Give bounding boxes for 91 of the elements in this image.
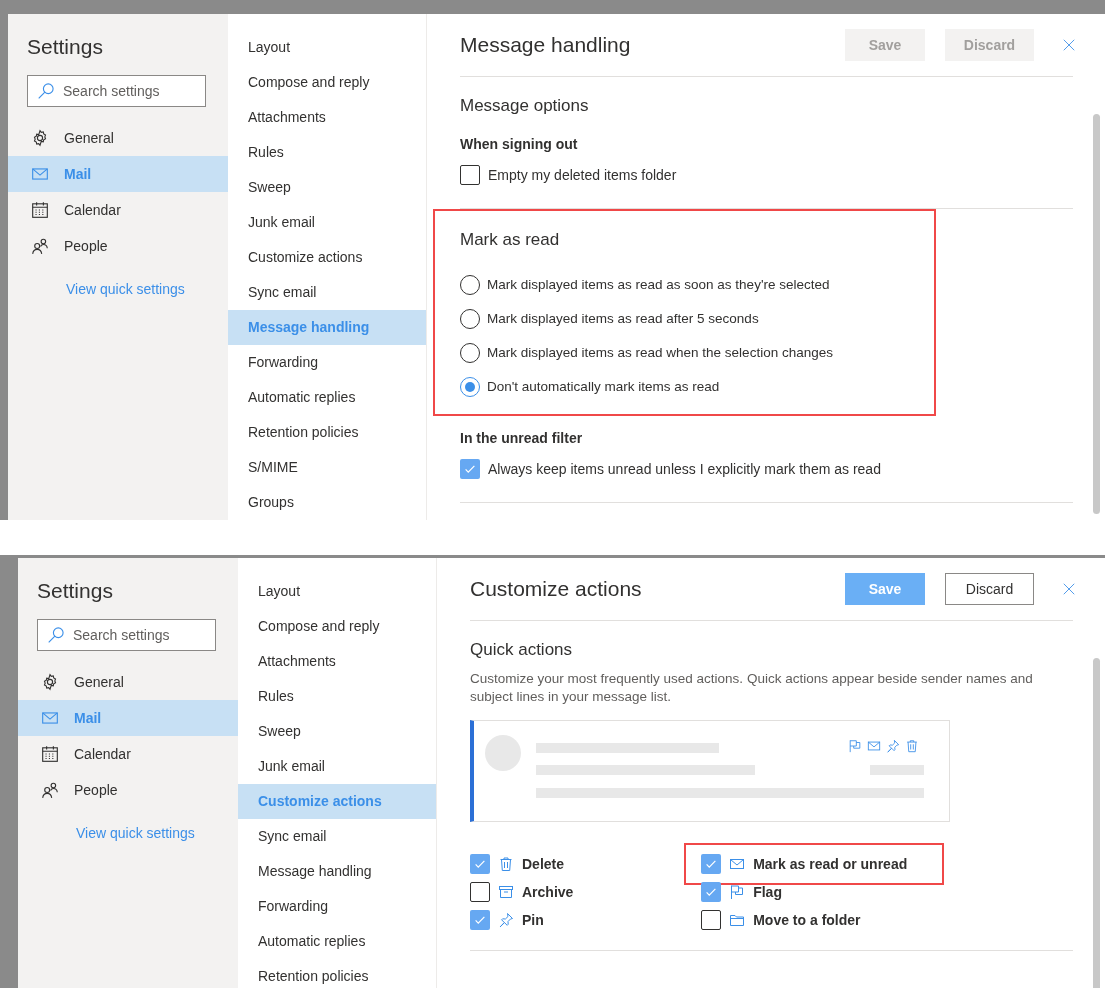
flag-icon	[729, 884, 746, 900]
subnav-item[interactable]: Sync email	[238, 819, 436, 854]
trash-icon	[498, 856, 514, 872]
action-label: Delete	[522, 854, 565, 874]
checkbox[interactable]	[460, 459, 480, 479]
close-icon	[1062, 582, 1076, 596]
subnav-item[interactable]: Compose and reply	[238, 609, 436, 644]
checkbox[interactable]	[701, 910, 722, 930]
scrollbar[interactable]	[1093, 658, 1100, 988]
option-label: Mark displayed items as read after 5 seconds	[487, 309, 759, 328]
close-icon	[1062, 38, 1076, 52]
settings-title: Settings	[26, 34, 104, 60]
subnav-item[interactable]: Attachments	[228, 100, 426, 135]
option-label: Mark displayed items as read as soon as they're selected	[487, 275, 830, 294]
subnav-item[interactable]: Rules	[228, 135, 426, 170]
people-icon	[31, 237, 49, 255]
checkbox[interactable]	[701, 882, 722, 902]
radio-button[interactable]	[460, 275, 480, 295]
subnav-item[interactable]: Sync email	[228, 275, 426, 310]
category-item[interactable]: People	[18, 772, 238, 808]
subnav-item[interactable]: Forwarding	[238, 889, 436, 924]
action-label: Archive	[522, 882, 574, 902]
subnav-item[interactable]: Attachments	[238, 644, 436, 679]
calendar-icon	[31, 201, 49, 219]
mail-icon	[41, 709, 59, 727]
subnav-item[interactable]: Sweep	[238, 714, 436, 749]
action-label: Mark as read or unread	[753, 854, 908, 874]
section-heading: Mark as read	[460, 229, 561, 251]
option-label: Always keep items unread unless I explicitly mark them as read	[488, 459, 881, 479]
action-label: Move to a folder	[753, 910, 861, 930]
option-label: Empty my deleted items folder	[488, 165, 677, 185]
page-title: Message handling	[460, 32, 632, 59]
search-icon	[37, 82, 55, 100]
radio-button[interactable]	[460, 377, 480, 397]
subnav-item[interactable]: S/MIME	[228, 450, 426, 485]
checkbox[interactable]	[701, 854, 722, 874]
subnav-item[interactable]: Sweep	[228, 170, 426, 205]
radio-button[interactable]	[460, 343, 480, 363]
description-text: Customize your most frequently used actions. Quick actions appear beside sender names and subject lines in your message list.	[470, 670, 1034, 706]
category-item[interactable]: People	[8, 228, 228, 264]
pin-icon	[886, 739, 900, 753]
subnav-item[interactable]: Automatic replies	[238, 924, 436, 959]
settings-title: Settings	[36, 578, 114, 604]
trash-icon	[905, 739, 919, 753]
scrollbar[interactable]	[1093, 114, 1100, 514]
subnav-item[interactable]: Forwarding	[228, 345, 426, 380]
folder-icon	[729, 912, 746, 928]
mail-icon	[867, 739, 881, 753]
subnav-item[interactable]: Groups	[228, 485, 426, 520]
checkbox[interactable]	[470, 854, 490, 874]
gear-icon	[31, 129, 49, 147]
flag-icon	[848, 739, 862, 753]
search-icon	[47, 626, 65, 644]
subnav-item[interactable]: Junk email	[238, 749, 436, 784]
action-label: Flag	[753, 882, 782, 902]
checkbox[interactable]	[470, 882, 490, 902]
category-item[interactable]: Calendar	[18, 736, 238, 772]
option-label: Mark displayed items as read when the selection changes	[487, 343, 833, 362]
people-icon	[41, 781, 59, 799]
subnav-item[interactable]: Customize actions	[228, 240, 426, 275]
gear-icon	[41, 673, 59, 691]
checkbox[interactable]	[470, 910, 490, 930]
mail-icon	[729, 856, 746, 872]
subnav-item[interactable]: Automatic replies	[228, 380, 426, 415]
category-item[interactable]: General	[18, 664, 238, 700]
subnav-item[interactable]: Retention policies	[238, 959, 436, 988]
subnav-item[interactable]: Message handling	[238, 854, 436, 889]
action-label: Pin	[522, 910, 544, 930]
search-field[interactable]: Search settings	[27, 75, 206, 107]
subheading: When signing out	[460, 135, 579, 154]
subheading: In the unread filter	[460, 429, 584, 448]
radio-button[interactable]	[460, 309, 480, 329]
pin-icon	[498, 912, 514, 928]
subnav-item[interactable]: Rules	[238, 679, 436, 714]
search-field[interactable]: Search settings	[37, 619, 216, 651]
checkbox[interactable]	[460, 165, 480, 185]
category-item[interactable]: Calendar	[8, 192, 228, 228]
subnav-item[interactable]: Retention policies	[228, 415, 426, 450]
category-item[interactable]: General	[8, 120, 228, 156]
option-label: Don't automatically mark items as read	[487, 377, 720, 396]
subnav-item[interactable]: Compose and reply	[228, 65, 426, 100]
section-heading: Quick actions	[470, 639, 574, 661]
calendar-icon	[41, 745, 59, 763]
page-title: Customize actions	[470, 576, 643, 603]
section-heading: Message options	[460, 95, 590, 117]
subnav-item[interactable]: Layout	[228, 30, 426, 65]
subnav-item[interactable]: Junk email	[228, 205, 426, 240]
mail-icon	[31, 165, 49, 183]
discard-button[interactable]: Discard	[945, 573, 1034, 605]
subnav-item[interactable]: Layout	[238, 574, 436, 609]
archive-icon	[498, 884, 514, 900]
